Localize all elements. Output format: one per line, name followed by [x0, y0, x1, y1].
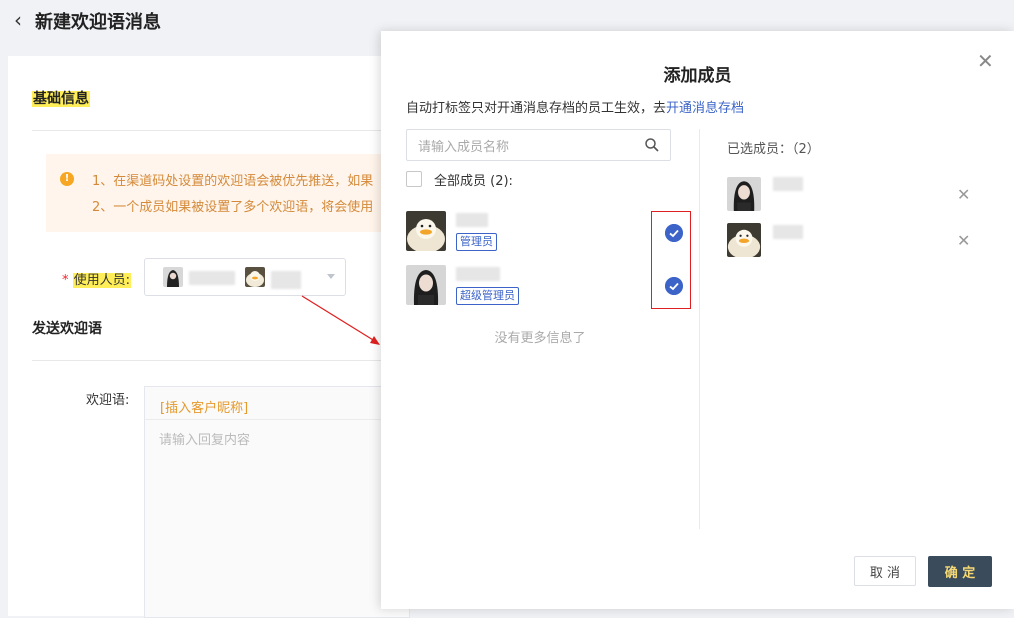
member-name — [456, 213, 488, 227]
welcome-textarea[interactable]: [插入客户昵称] 请输入回复内容 — [144, 386, 410, 618]
chevron-down-icon — [327, 274, 335, 279]
remove-icon[interactable]: ✕ — [957, 231, 970, 250]
modal-title: 添加成员 — [663, 66, 732, 86]
users-label-text: 使用人员: — [72, 273, 132, 288]
member-name — [456, 267, 500, 281]
users-select[interactable] — [144, 258, 346, 296]
confirm-button[interactable]: 确 定 — [928, 556, 992, 587]
send-welcome-title: 发送欢迎语 — [32, 321, 102, 337]
member-row[interactable]: 管理员 — [406, 211, 676, 255]
member-row[interactable]: 超级管理员 — [406, 265, 676, 309]
form-card: 基础信息 ! 1、在渠道码处设置的欢迎语会被优先推送，如果 2、一个成员如果被设… — [8, 56, 410, 618]
users-label: * 使用人员: — [62, 273, 132, 288]
divider — [32, 130, 408, 131]
no-more-text: 没有更多信息了 — [494, 331, 586, 346]
duck-avatar — [245, 267, 265, 287]
duck-avatar — [406, 211, 446, 251]
girl-avatar — [727, 177, 761, 211]
welcome-label: 欢迎语: — [86, 393, 130, 408]
select-all-label: 全部成员 (2): — [434, 174, 513, 189]
open-archive-link[interactable]: 开通消息存档 — [666, 101, 744, 116]
member-name — [773, 177, 803, 191]
divider — [32, 360, 408, 361]
back-chevron-icon[interactable]: ‹ — [14, 8, 22, 32]
member-name — [773, 225, 803, 239]
notice-line-1: 1、在渠道码处设置的欢迎语会被优先推送，如果 — [92, 174, 374, 189]
page-title: 新建欢迎语消息 — [35, 12, 161, 33]
remove-icon[interactable]: ✕ — [957, 185, 970, 204]
girl-avatar — [406, 265, 446, 305]
selected-user-name — [189, 271, 235, 285]
girl-avatar — [163, 267, 183, 287]
divider — [145, 419, 409, 420]
notice-line-2: 2、一个成员如果被设置了多个欢迎语，将会使用 — [92, 200, 374, 215]
annotation-highlight-box — [651, 211, 691, 309]
search-icon[interactable] — [644, 137, 660, 153]
add-member-modal: 添加成员 ✕ 自动打标签只对开通消息存档的员工生效，去开通消息存档 请输入成员名… — [381, 31, 1014, 609]
close-icon[interactable]: ✕ — [977, 49, 994, 73]
selected-user-name — [271, 271, 301, 289]
modal-tip-text: 自动打标签只对开通消息存档的员工生效，去 — [406, 101, 667, 116]
welcome-placeholder: 请输入回复内容 — [159, 433, 251, 448]
modal-tip: 自动打标签只对开通消息存档的员工生效，去开通消息存档 — [406, 97, 744, 116]
duck-avatar — [727, 223, 761, 257]
basic-info-text: 基础信息 — [32, 91, 90, 107]
role-badge: 超级管理员 — [456, 287, 519, 305]
divider — [699, 129, 700, 529]
search-placeholder: 请输入成员名称 — [418, 140, 510, 155]
selected-member-row: ✕ — [727, 223, 987, 259]
role-badge: 管理员 — [456, 233, 497, 251]
warning-icon: ! — [60, 172, 74, 186]
member-search-input[interactable]: 请输入成员名称 — [406, 129, 671, 161]
select-all-checkbox[interactable] — [406, 171, 422, 187]
cancel-button[interactable]: 取 消 — [854, 556, 916, 586]
notice-box: ! 1、在渠道码处设置的欢迎语会被优先推送，如果 2、一个成员如果被设置了多个欢… — [46, 154, 408, 232]
selected-header: 已选成员：（2） — [727, 142, 820, 157]
insert-nickname-link[interactable]: [插入客户昵称] — [160, 397, 248, 416]
basic-info-title: 基础信息 — [32, 88, 90, 108]
selected-member-row: ✕ — [727, 177, 987, 213]
